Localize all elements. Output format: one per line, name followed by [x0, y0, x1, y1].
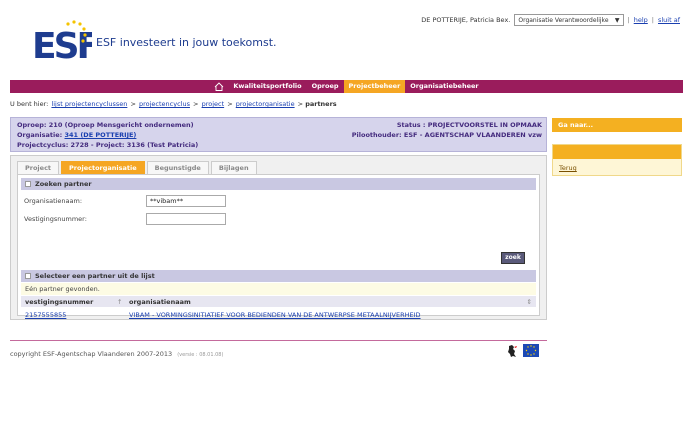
nav-label: Projectbeheer: [348, 82, 401, 90]
nav-label: Oproep: [311, 82, 339, 90]
organisatie-link[interactable]: 341 (DE POTTERIJE): [65, 131, 137, 139]
breadcrumb-prefix: U bent hier:: [10, 100, 49, 108]
sort-asc-icon[interactable]: ↑: [117, 298, 122, 306]
separator: |: [651, 16, 654, 24]
org-name-label: Organisatienaam:: [24, 197, 83, 205]
breadcrumb-link[interactable]: lijst projectencyclussen: [51, 100, 127, 108]
version-text: (versie : 08.01.08): [177, 352, 224, 358]
breadcrumb-separator: >: [130, 100, 136, 108]
nav-item-projectbeheer[interactable]: Projectbeheer: [343, 80, 406, 93]
breadcrumb-current: partners: [305, 100, 337, 108]
results-section-header: Selecteer een partner uit de lijst: [21, 270, 536, 282]
esf-logo: ESF: [32, 20, 92, 62]
table-row: 2157555855 VIBAM - VORMINGSINITIATIEF VO…: [21, 309, 536, 321]
separator: |: [627, 16, 630, 24]
main-nav: Kwaliteitsportfolio Oproep Projectbeheer…: [10, 80, 683, 93]
organisatienaam-link[interactable]: VIBAM - VORMINGSINITIATIEF VOOR BEDIENDE…: [129, 311, 421, 319]
oproep-info: Oproep: 210 (Oproep Mensgericht ondernem…: [17, 121, 194, 129]
vestigingsnummer-link[interactable]: 2157555855: [25, 311, 66, 319]
user-name: DE POTTERIJE, Patricia Bex.: [421, 16, 511, 24]
tab-begunstigde[interactable]: Begunstigde: [146, 161, 209, 174]
projectcyclus-info: Projectcyclus: 2728 - Project: 3136 (Tes…: [17, 141, 199, 149]
tab-project[interactable]: Project: [17, 161, 60, 174]
side-box: Terug: [552, 144, 682, 176]
results-count: Eén partner gevonden.: [21, 283, 536, 295]
organisatie-info: Organisatie: 341 (DE POTTERIJE): [17, 131, 136, 139]
sort-icon[interactable]: ⇕: [527, 298, 532, 306]
flemish-lion-icon: [508, 345, 517, 357]
nav-item-oproep[interactable]: Oproep: [307, 80, 344, 93]
nav-item-organisatiebeheer[interactable]: Organisatiebeheer: [405, 80, 483, 93]
breadcrumb-separator: >: [227, 100, 233, 108]
breadcrumb-link[interactable]: projectorganisatie: [236, 100, 295, 108]
side-box-header: [553, 145, 681, 159]
back-link[interactable]: Terug: [559, 164, 577, 172]
project-info-box: Oproep: 210 (Oproep Mensgericht ondernem…: [10, 117, 547, 152]
user-area: DE POTTERIJE, Patricia Bex. Organisatie …: [421, 14, 680, 26]
table-header: vestigingsnummer ↑ organisatienaam ⇕: [21, 296, 536, 307]
footer-logos: [505, 344, 539, 358]
main-panel: Project Projectorganisatie Begunstigde B…: [10, 155, 547, 320]
nav-label: Kwaliteitsportfolio: [233, 82, 302, 90]
search-button[interactable]: zoek: [501, 252, 525, 264]
role-select[interactable]: Organisatie Verantwoordelijke ▼: [514, 14, 624, 26]
column-header-vestigingsnummer[interactable]: vestigingsnummer: [25, 298, 93, 306]
nav-label: Organisatiebeheer: [410, 82, 479, 90]
tab-bijlagen[interactable]: Bijlagen: [210, 161, 257, 174]
svg-text:ESF: ESF: [32, 26, 92, 62]
breadcrumb-link[interactable]: projectencyclus: [139, 100, 190, 108]
organisatie-label: Organisatie:: [17, 131, 63, 139]
breadcrumb-separator: >: [193, 100, 199, 108]
footer-divider: [10, 340, 547, 341]
section-icon: [25, 273, 31, 279]
search-section-title: Zoeken partner: [35, 180, 92, 188]
nav-item-kwaliteitsportfolio[interactable]: Kwaliteitsportfolio: [209, 80, 306, 93]
vest-number-input[interactable]: [146, 213, 226, 225]
tab-bar: Project Projectorganisatie Begunstigde B…: [17, 161, 257, 174]
tab-content: Zoeken partner Organisatienaam: **vibam*…: [17, 174, 540, 319]
breadcrumb: U bent hier: lijst projectencyclussen > …: [10, 100, 337, 108]
help-link[interactable]: help: [634, 16, 648, 24]
breadcrumb-separator: >: [297, 100, 304, 108]
goto-menu[interactable]: Ga naar...: [552, 118, 682, 132]
copyright-text: copyright ESF-Agentschap Vlaanderen 2007…: [10, 350, 173, 358]
copyright: copyright ESF-Agentschap Vlaanderen 2007…: [10, 350, 223, 358]
results-section-title: Selecteer een partner uit de lijst: [35, 272, 155, 280]
column-header-organisatienaam[interactable]: organisatienaam: [129, 298, 191, 306]
role-select-value: Organisatie Verantwoordelijke: [518, 16, 609, 24]
logo-tagline: ESF investeert in jouw toekomst.: [96, 36, 277, 49]
org-name-input[interactable]: **vibam**: [146, 195, 226, 207]
tab-projectorganisatie[interactable]: Projectorganisatie: [61, 161, 145, 174]
status-info: Status : PROJECTVOORSTEL IN OPMAAK: [396, 121, 542, 129]
home-icon: [215, 82, 224, 91]
search-section-header: Zoeken partner: [21, 178, 536, 190]
breadcrumb-link[interactable]: project: [202, 100, 225, 108]
eu-flag-icon: [523, 344, 539, 357]
piloothouder-info: Piloothouder: ESF - AGENTSCHAP VLAANDERE…: [351, 131, 542, 139]
section-icon: [25, 181, 31, 187]
chevron-down-icon: ▼: [614, 17, 620, 24]
logout-link[interactable]: sluit af: [658, 16, 680, 24]
vest-number-label: Vestigingsnummer:: [24, 215, 87, 223]
